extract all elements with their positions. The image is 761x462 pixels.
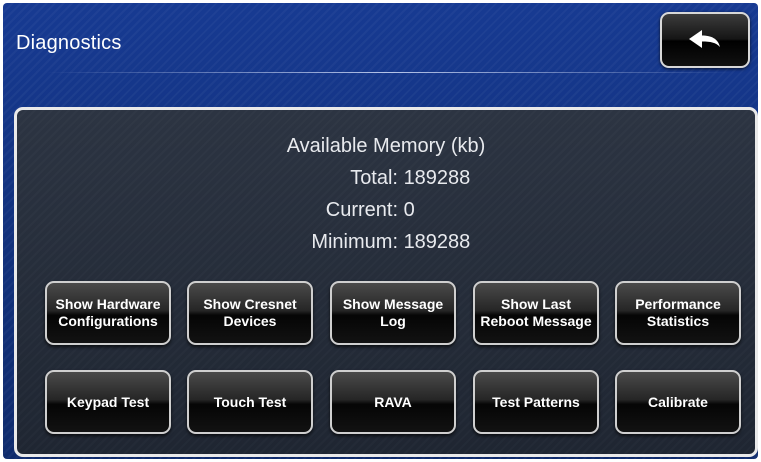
performance-statistics-button[interactable]: Performance Statistics xyxy=(615,281,741,345)
test-patterns-button[interactable]: Test Patterns xyxy=(473,370,599,434)
memory-current-label: Current: xyxy=(325,199,398,221)
back-arrow-icon xyxy=(689,30,720,48)
keypad-test-button[interactable]: Keypad Test xyxy=(45,370,171,434)
button-label-line2: Statistics xyxy=(646,313,710,329)
touch-test-button[interactable]: Touch Test xyxy=(187,370,313,434)
button-label-line1: Performance xyxy=(635,296,721,312)
memory-total-row: Total: 189288 xyxy=(275,167,470,190)
memory-current-row: Current: 0 xyxy=(275,199,415,222)
button-label-line1: Show Hardware xyxy=(55,296,161,312)
button-label-line1: Show Message xyxy=(342,296,444,312)
memory-heading: Available Memory (kb) xyxy=(286,135,486,157)
button-label-line1: Show Last xyxy=(500,296,571,312)
memory-minimum-label: Minimum: xyxy=(311,231,398,253)
button-label-line2: Log xyxy=(380,313,406,329)
title-divider xyxy=(45,72,735,73)
show-message-log-button[interactable]: Show Message Log xyxy=(330,281,456,345)
calibrate-button[interactable]: Calibrate xyxy=(615,370,741,434)
memory-total-value: 189288 xyxy=(403,167,471,189)
memory-current-value: 0 xyxy=(403,199,415,221)
button-label-line2: Reboot Message xyxy=(480,313,592,329)
button-label-line1: Show Cresnet xyxy=(203,296,297,312)
memory-minimum-value: 189288 xyxy=(403,231,471,253)
diagnostics-panel: Available Memory (kb) Total: 189288 Curr… xyxy=(14,107,758,457)
memory-minimum-row: Minimum: 189288 xyxy=(275,231,470,254)
page-title: Diagnostics xyxy=(16,32,122,54)
button-label-line2: Configurations xyxy=(58,313,158,329)
show-last-reboot-message-button[interactable]: Show Last Reboot Message xyxy=(473,281,599,345)
show-hardware-configurations-button[interactable]: Show Hardware Configurations xyxy=(45,281,171,345)
button-label-line2: Devices xyxy=(223,313,277,329)
memory-total-label: Total: xyxy=(350,167,398,189)
show-cresnet-devices-button[interactable]: Show Cresnet Devices xyxy=(187,281,313,345)
diagnostics-screen: Diagnostics Available Memory (kb) Total:… xyxy=(3,3,758,459)
rava-button[interactable]: RAVA xyxy=(330,370,456,434)
back-button[interactable] xyxy=(660,12,750,68)
